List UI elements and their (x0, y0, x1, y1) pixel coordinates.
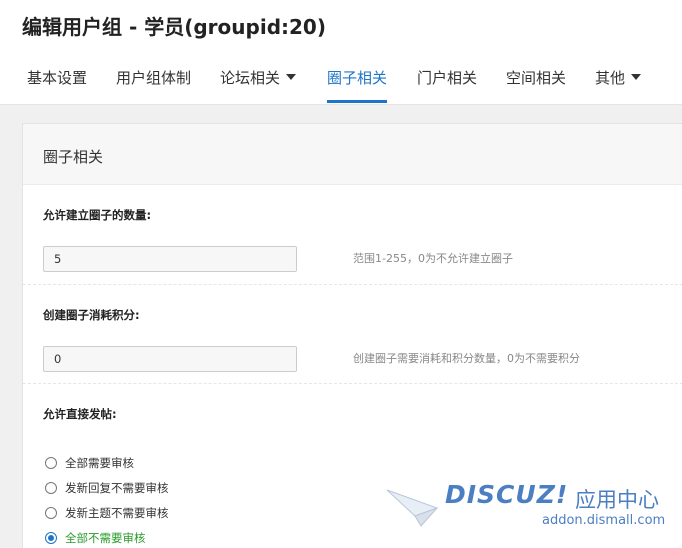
radio-label: 发新回复不需要审核 (65, 481, 169, 495)
tab-bar: 基本设置 用户组体制 论坛相关 圈子相关 门户相关 空间相关 其他 (0, 64, 682, 104)
radio-button[interactable] (45, 506, 57, 519)
divider (23, 284, 682, 285)
radio-reply-no-review[interactable]: 发新回复不需要审核 (45, 480, 169, 498)
create-cost-label: 创建圈子消耗积分: (43, 308, 140, 322)
tab-label: 圈子相关 (327, 69, 388, 87)
tab-label: 其他 (595, 69, 626, 87)
divider (23, 383, 682, 384)
create-cost-hint: 创建圈子需要消耗和积分数量，0为不需要积分 (353, 352, 580, 365)
radio-all-need-review[interactable]: 全部需要审核 (45, 455, 134, 473)
radio-thread-no-review[interactable]: 发新主题不需要审核 (45, 505, 169, 523)
radio-label: 全部不需要审核 (65, 531, 146, 545)
max-groups-label: 允许建立圈子的数量: (43, 208, 152, 222)
radio-label: 全部需要审核 (65, 456, 134, 470)
caret-down-icon (631, 73, 642, 80)
tab-label: 门户相关 (417, 69, 478, 87)
tab-portal-related[interactable]: 门户相关 (417, 64, 477, 102)
tab-space-related[interactable]: 空间相关 (506, 64, 566, 102)
radio-all-no-review[interactable]: 全部不需要审核 (45, 530, 146, 548)
tab-label: 论坛相关 (220, 69, 281, 87)
max-groups-hint: 范围1-255，0为不允许建立圈子 (353, 252, 513, 265)
tab-label: 用户组体制 (116, 69, 192, 87)
watermark-tagline: 应用中心 (575, 488, 659, 512)
radio-label: 发新主题不需要审核 (65, 506, 169, 520)
watermark-brand: DISCUZ! (445, 480, 569, 509)
direct-post-label: 允许直接发帖: (43, 407, 117, 421)
tab-label: 基本设置 (27, 69, 88, 87)
radio-button[interactable] (45, 481, 57, 494)
tab-group-related[interactable]: 圈子相关 (327, 64, 388, 103)
radio-button[interactable] (45, 456, 57, 469)
card-header: 圈子相关 (23, 124, 682, 185)
create-cost-input[interactable] (43, 346, 297, 372)
tab-basic-settings[interactable]: 基本设置 (27, 64, 87, 102)
radio-button-selected[interactable] (45, 531, 57, 544)
tab-label: 空间相关 (506, 69, 567, 87)
tab-usergroup-system[interactable]: 用户组体制 (116, 64, 191, 102)
page-title: 编辑用户组 - 学员(groupid:20) (22, 15, 326, 39)
tab-forum-related[interactable]: 论坛相关 (220, 64, 297, 102)
page-header: 编辑用户组 - 学员(groupid:20) 基本设置 用户组体制 论坛相关 圈… (0, 0, 682, 105)
caret-down-icon (286, 73, 297, 80)
max-groups-input[interactable] (43, 246, 297, 272)
tab-other[interactable]: 其他 (595, 64, 642, 102)
watermark-url: addon.dismall.com (542, 513, 666, 528)
card-title: 圈子相关 (43, 148, 104, 166)
